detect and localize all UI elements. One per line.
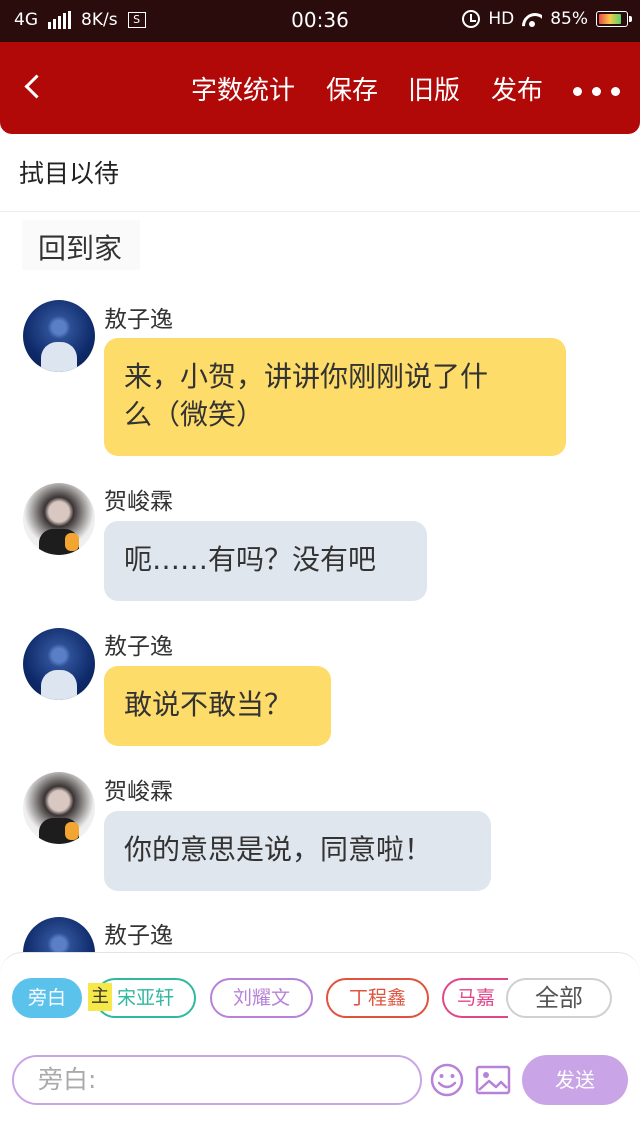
avatar[interactable] (23, 483, 95, 555)
compose-panel: 旁白 宋亚轩 主 刘耀文 丁程鑫 马嘉 全部 旁白: 发送 (0, 952, 640, 1138)
editor-header: 字数统计 保存 旧版 发布 (0, 42, 640, 134)
status-bar: 4G 8K/s S 00:36 HD 85% (0, 0, 640, 42)
avatar[interactable] (23, 628, 95, 700)
battery-icon (596, 11, 632, 27)
emoji-icon[interactable] (429, 1062, 465, 1098)
message-text: 敢说不敢当？ (124, 688, 293, 721)
speaker-name: 贺峻霖 (104, 779, 173, 805)
publish-button[interactable]: 发布 (491, 76, 543, 106)
all-characters-button[interactable]: 全部 (506, 978, 612, 1018)
message-input[interactable]: 旁白: (12, 1055, 422, 1105)
battery-percent: 85% (550, 9, 588, 29)
message-bubble[interactable]: 你的意思是说，同意啦！ (104, 811, 491, 891)
speaker-name: 贺峻霖 (104, 489, 173, 515)
speaker-name: 敖子逸 (104, 923, 173, 949)
wifi-icon (522, 11, 542, 27)
avatar[interactable] (23, 772, 95, 844)
speaker-name: 敖子逸 (104, 634, 173, 660)
message-text-line: 来，小贺，讲讲你刚刚说了什 (124, 360, 489, 393)
message-bubble[interactable]: 呃……有吗？没有吧 (104, 521, 427, 601)
message-text: 你的意思是说，同意啦！ (124, 833, 433, 866)
character-chip-liu-yaowen[interactable]: 刘耀文 (210, 978, 313, 1018)
message-text: 呃……有吗？没有吧 (124, 543, 377, 576)
story-title[interactable]: 拭目以待 (19, 154, 119, 190)
old-version-button[interactable]: 旧版 (408, 76, 460, 106)
back-icon[interactable] (18, 72, 48, 102)
character-chip-narrator[interactable]: 旁白 (12, 978, 82, 1018)
send-button[interactable]: 发送 (522, 1055, 628, 1105)
character-chip-ma-jia[interactable]: 马嘉 (442, 978, 508, 1018)
image-icon[interactable] (474, 1062, 512, 1098)
main-character-tag: 主 (88, 983, 112, 1011)
save-button[interactable]: 保存 (326, 76, 378, 106)
alarm-icon (462, 10, 481, 28)
hd-indicator: HD (488, 9, 515, 29)
divider (0, 211, 640, 212)
avatar[interactable] (23, 300, 95, 372)
character-chip-ding-chengxin[interactable]: 丁程鑫 (326, 978, 429, 1018)
word-count-button[interactable]: 字数统计 (191, 76, 295, 106)
more-icon[interactable] (573, 87, 620, 96)
speaker-name: 敖子逸 (104, 307, 173, 333)
scene-title-text: 回到家 (38, 232, 123, 265)
message-bubble[interactable]: 敢说不敢当？ (104, 666, 331, 746)
scene-title[interactable]: 回到家 (22, 220, 140, 270)
message-bubble[interactable]: 来，小贺，讲讲你刚刚说了什 么（微笑） (104, 338, 566, 456)
message-text-line: 么（微笑） (124, 398, 265, 431)
